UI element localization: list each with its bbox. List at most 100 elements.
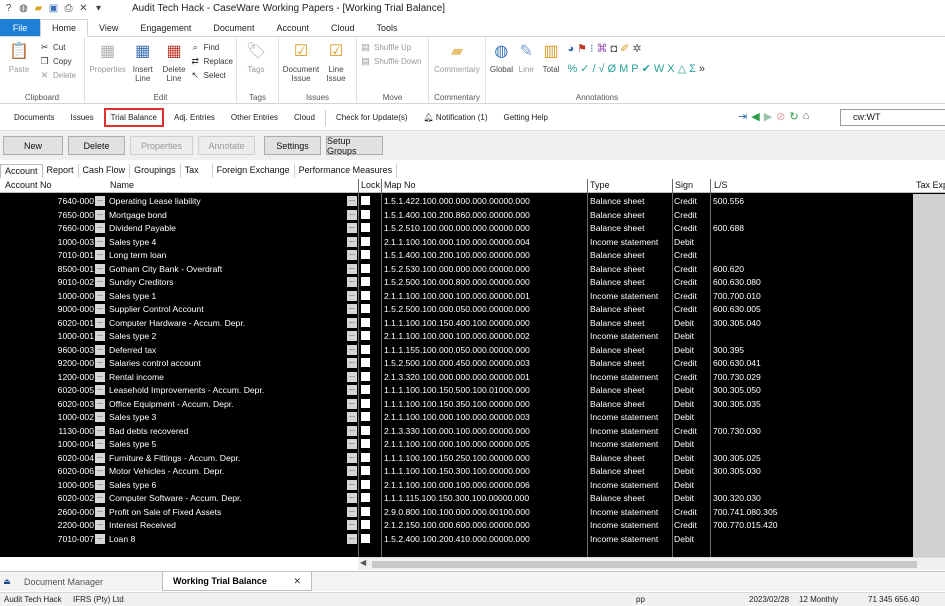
menu-tab-document[interactable]: Document	[202, 19, 265, 36]
lock-checkbox[interactable]	[361, 533, 370, 543]
sign-cell[interactable]: Credit	[674, 303, 697, 315]
account-no-cell[interactable]: 9000-000	[2, 303, 94, 315]
account-ellipsis-button[interactable]: ...	[95, 479, 105, 490]
eject-icon[interactable]: ⏏	[0, 572, 14, 591]
ls-cell[interactable]: 700.730.029	[713, 371, 761, 383]
account-ellipsis-button[interactable]: ...	[95, 317, 105, 328]
check-mark-icon[interactable]: √	[599, 62, 605, 76]
nav-adj-entries[interactable]: Adj. Entries	[166, 113, 223, 122]
sign-cell[interactable]: Debit	[674, 438, 694, 450]
name-cell[interactable]: Bad debts recovered	[109, 425, 188, 437]
ls-cell[interactable]: 600.630.080	[713, 276, 761, 288]
account-no-cell[interactable]: 6020-002	[2, 492, 94, 504]
sign-cell[interactable]: Debit	[674, 465, 694, 477]
name-ellipsis-button[interactable]: ...	[347, 223, 357, 233]
save-icon[interactable]: ▣	[48, 3, 59, 14]
sign-cell[interactable]: Debit	[674, 236, 694, 248]
name-cell[interactable]: Mortgage bond	[109, 209, 167, 221]
lock-checkbox[interactable]	[361, 466, 370, 475]
type-cell[interactable]: Balance sheet	[590, 452, 644, 464]
type-cell[interactable]: Income statement	[590, 371, 658, 383]
lock-checkbox[interactable]	[361, 331, 370, 340]
tab-account[interactable]: Account	[0, 164, 43, 178]
ls-cell[interactable]: 700.770.015.420	[713, 519, 778, 531]
sign-cell[interactable]: Debit	[674, 384, 694, 396]
table-row[interactable]: 6020-002... Computer Software - Accum. De…	[0, 491, 945, 505]
table-row[interactable]: 1200-000... Rental income... 2.1.3.320.100…	[0, 370, 945, 384]
null-icon[interactable]: Ø	[608, 62, 617, 76]
tab-foreign-exchange[interactable]: Foreign Exchange	[213, 164, 295, 178]
name-cell[interactable]: Loan 8	[109, 533, 135, 545]
print-icon[interactable]: ⎙	[63, 3, 74, 14]
account-ellipsis-button[interactable]: ...	[95, 533, 105, 544]
col-lock[interactable]: Lock	[361, 180, 380, 190]
name-cell[interactable]: Computer Hardware - Accum. Depr.	[109, 317, 245, 329]
sign-cell[interactable]: Debit	[674, 317, 694, 329]
sign-cell[interactable]: Debit	[674, 411, 694, 423]
palette-icon[interactable]: ◕	[567, 42, 574, 56]
map-no-cell[interactable]: 1.1.1.155.100.000.050.000.00000.000	[384, 344, 530, 356]
type-cell[interactable]: Balance sheet	[590, 276, 644, 288]
dropdown-icon[interactable]: ▾	[93, 3, 104, 14]
type-cell[interactable]: Income statement	[590, 425, 658, 437]
tab-tax[interactable]: Tax	[181, 164, 213, 178]
lock-checkbox[interactable]	[361, 250, 370, 259]
name-cell[interactable]: Salaries control account	[109, 357, 201, 369]
account-no-cell[interactable]: 1000-004	[2, 438, 94, 450]
ref-icon[interactable]: ⌘	[596, 42, 607, 56]
type-cell[interactable]: Balance sheet	[590, 303, 644, 315]
table-row[interactable]: 7640-000... Operating Lease liability... 1…	[0, 194, 945, 208]
map-no-cell[interactable]: 1.1.1.100.100.150.250.100.00000.000	[384, 452, 530, 464]
lock-checkbox[interactable]	[361, 344, 370, 354]
table-row[interactable]: 6020-001... Computer Hardware - Accum. De…	[0, 316, 945, 330]
name-ellipsis-button[interactable]: ...	[347, 479, 357, 490]
name-ellipsis-button[interactable]: ...	[347, 493, 357, 503]
account-ellipsis-button[interactable]: ...	[95, 358, 105, 368]
type-cell[interactable]: Income statement	[590, 411, 658, 423]
map-no-cell[interactable]: 1.5.1.422.100.000.000.000.00000.000	[384, 195, 530, 207]
account-ellipsis-button[interactable]: ...	[95, 290, 105, 301]
account-ellipsis-button[interactable]: ...	[95, 304, 105, 314]
map-no-cell[interactable]: 2.1.3.320.100.000.000.000.00000.001	[384, 371, 530, 383]
lock-checkbox[interactable]	[361, 358, 370, 367]
p-icon[interactable]: P	[631, 62, 638, 76]
scroll-left-icon[interactable]: ◀	[360, 558, 366, 567]
name-cell[interactable]: Dividend Payable	[109, 222, 176, 234]
name-ellipsis-button[interactable]: ...	[347, 196, 357, 206]
type-cell[interactable]: Income statement	[590, 506, 658, 518]
menu-tab-home[interactable]: Home	[40, 19, 89, 37]
annotate-button[interactable]: Annotate	[198, 136, 255, 155]
account-no-cell[interactable]: 7660-000	[2, 222, 94, 234]
table-row[interactable]: 7660-000... Dividend Payable... 1.5.2.510.…	[0, 221, 945, 235]
doc-tab-document-manager[interactable]: Document Manager	[14, 572, 162, 591]
type-cell[interactable]: Balance sheet	[590, 384, 644, 396]
slash-icon[interactable]: /	[592, 62, 595, 76]
account-no-cell[interactable]: 7640-000	[2, 195, 94, 207]
settings-button[interactable]: Settings	[264, 136, 321, 155]
jump-icon[interactable]: ⇥	[738, 110, 747, 123]
name-cell[interactable]: Sales type 1	[109, 290, 156, 302]
sign-cell[interactable]: Debit	[674, 452, 694, 464]
close-x-icon[interactable]: ✕	[78, 3, 89, 14]
sign-cell[interactable]: Credit	[674, 249, 697, 261]
menu-tab-account[interactable]: Account	[265, 19, 320, 36]
name-ellipsis-button[interactable]: ...	[347, 331, 357, 341]
sign-cell[interactable]: Credit	[674, 519, 697, 531]
name-ellipsis-button[interactable]: ...	[347, 520, 357, 530]
shuffle-down-button[interactable]: ▤ Shuffle Down	[360, 56, 421, 67]
col-account-no[interactable]: Account No	[5, 180, 52, 190]
nav-trial-balance[interactable]: Trial Balance	[103, 108, 164, 127]
sign-cell[interactable]: Credit	[674, 357, 697, 369]
x-icon[interactable]: X	[667, 62, 674, 76]
account-ellipsis-button[interactable]: ...	[95, 263, 105, 274]
account-ellipsis-button[interactable]: ...	[95, 196, 105, 206]
lock-checkbox[interactable]	[361, 317, 370, 327]
account-no-cell[interactable]: 6020-004	[2, 452, 94, 464]
account-no-cell[interactable]: 6020-003	[2, 398, 94, 410]
w-icon[interactable]: W	[654, 62, 664, 76]
name-cell[interactable]: Rental income	[109, 371, 164, 383]
map-no-cell[interactable]: 1.1.1.115.100.150.300.100.00000.000	[384, 492, 529, 504]
table-row[interactable]: 1000-002... Sales type 3... 2.1.1.100.100.…	[0, 410, 945, 424]
sign-cell[interactable]: Credit	[674, 276, 697, 288]
account-no-cell[interactable]: 9200-000	[2, 357, 94, 369]
